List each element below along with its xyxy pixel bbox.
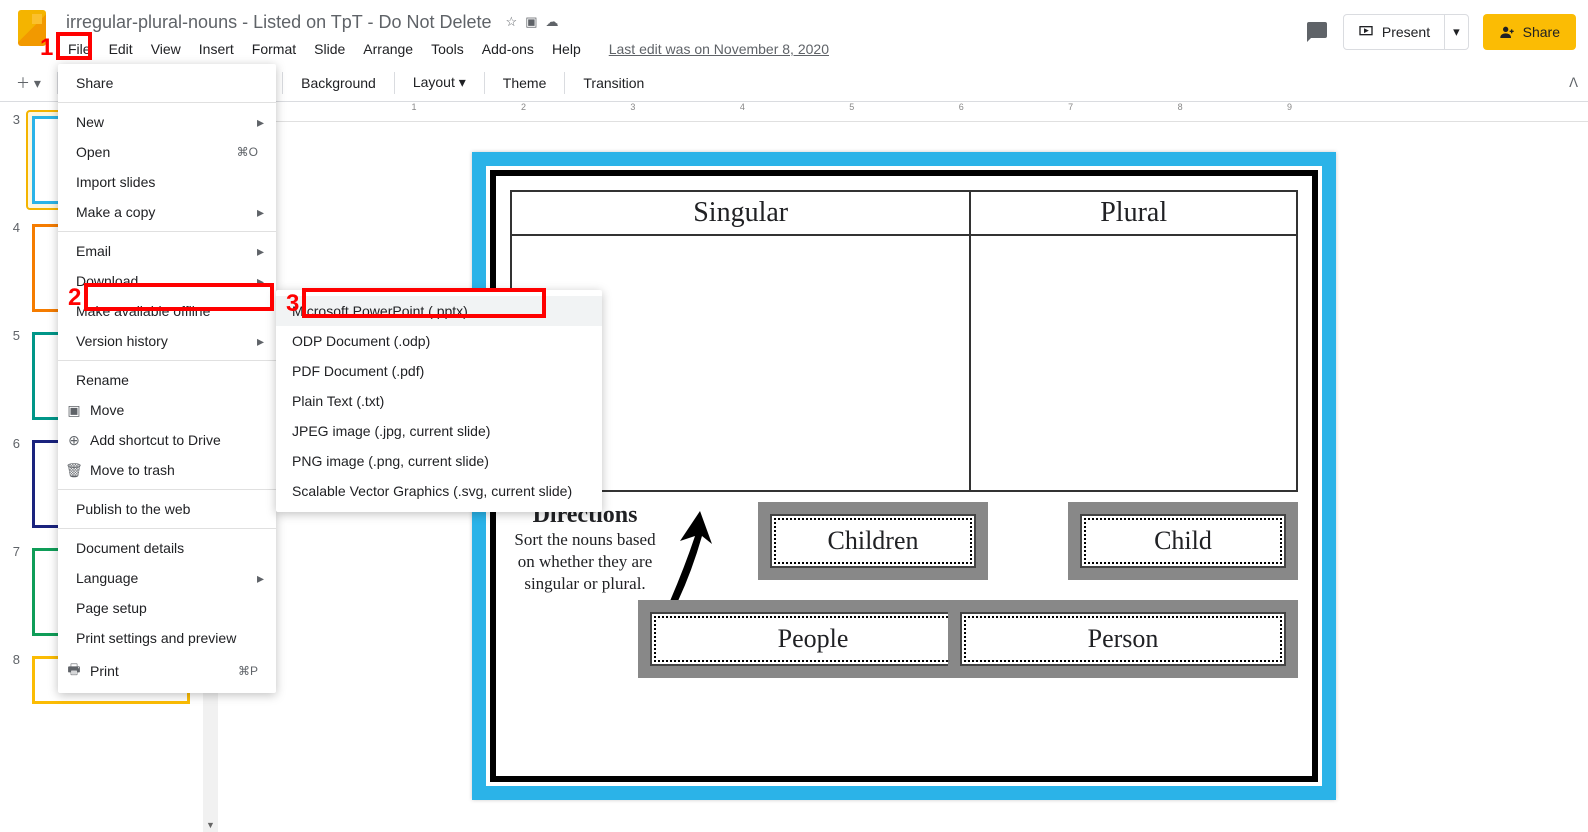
cloud-status-icon: ☁ [545,14,558,30]
slide-number: 6 [8,434,26,534]
layout-button[interactable]: Layout ▾ [405,68,474,97]
menu-slide[interactable]: Slide [306,37,353,61]
menu-download[interactable]: Download [58,266,276,296]
trash-icon: 🗑 [62,462,86,479]
menu-view[interactable]: View [143,37,189,61]
theme-button[interactable]: Theme [495,69,555,97]
menu-make-copy[interactable]: Make a copy [58,197,276,227]
arrow-icon [660,502,730,609]
menu-doc-details[interactable]: Document details [58,533,276,563]
menu-version-history[interactable]: Version history [58,326,276,356]
sort-table: Singular Plural [510,190,1298,492]
menu-print-settings[interactable]: Print settings and preview [58,623,276,653]
file-menu-dropdown: Share New Open⌘O Import slides Make a co… [58,64,276,693]
slide-number: 7 [8,542,26,642]
menu-import-slides[interactable]: Import slides [58,167,276,197]
directions-body: Sort the nouns based on whether they are… [510,529,660,595]
menu-format[interactable]: Format [244,37,304,61]
collapse-toolbar-icon[interactable]: ᐱ [1569,75,1578,91]
drive-shortcut-icon: ⊕ [62,432,86,449]
scroll-down-icon[interactable]: ▼ [203,817,218,832]
menu-insert[interactable]: Insert [191,37,242,61]
download-pdf[interactable]: PDF Document (.pdf) [276,356,602,386]
share-label: Share [1523,24,1560,40]
folder-move-icon: ▣ [62,402,86,419]
word-card-children[interactable]: Children [758,502,988,580]
background-button[interactable]: Background [293,69,384,97]
column-header-plural: Plural [970,191,1297,235]
present-button[interactable]: Present [1344,15,1444,49]
download-pptx[interactable]: Microsoft PowerPoint (.pptx) [276,296,602,326]
transition-button[interactable]: Transition [575,69,652,97]
slide-number: 4 [8,218,26,318]
horizontal-ruler: 1 2 3 4 5 6 7 8 9 [220,102,1588,122]
column-header-singular: Singular [511,191,970,235]
slide-number: 3 [8,110,26,210]
menu-move[interactable]: ▣Move [58,395,276,425]
menu-arrange[interactable]: Arrange [355,37,421,61]
download-svg[interactable]: Scalable Vector Graphics (.svg, current … [276,476,602,506]
comments-icon[interactable] [1305,20,1329,44]
present-dropdown[interactable]: ▾ [1444,15,1468,49]
plural-drop-zone[interactable] [970,235,1297,491]
word-card-child[interactable]: Child [1068,502,1298,580]
word-card-person[interactable]: Person [948,600,1298,678]
menu-email[interactable]: Email [58,236,276,266]
menu-language[interactable]: Language [58,563,276,593]
doc-title[interactable]: irregular-plural-nouns - Listed on TpT -… [60,10,498,35]
menu-move-trash[interactable]: 🗑Move to trash [58,455,276,485]
menu-rename[interactable]: Rename [58,365,276,395]
annotation-number-2: 2 [68,284,81,312]
menubar: File Edit View Insert Format Slide Arran… [60,36,1305,62]
menu-available-offline[interactable]: Make available offline [58,296,276,326]
menu-print[interactable]: 🖶Print⌘P [58,653,276,689]
present-label: Present [1382,24,1430,40]
present-icon [1358,24,1374,40]
menu-new[interactable]: New [58,107,276,137]
word-card-people[interactable]: People [638,600,988,678]
star-icon[interactable]: ☆ [506,14,518,30]
download-odp[interactable]: ODP Document (.odp) [276,326,602,356]
slide-number: 8 [8,650,26,710]
menu-page-setup[interactable]: Page setup [58,593,276,623]
slide-number: 5 [8,326,26,426]
download-submenu: Microsoft PowerPoint (.pptx) ODP Documen… [276,290,602,512]
menu-edit[interactable]: Edit [101,37,141,61]
menu-file[interactable]: File [60,37,99,61]
download-txt[interactable]: Plain Text (.txt) [276,386,602,416]
download-png[interactable]: PNG image (.png, current slide) [276,446,602,476]
print-icon: 🖶 [62,659,86,683]
menu-tools[interactable]: Tools [423,37,472,61]
last-edit-info[interactable]: Last edit was on November 8, 2020 [609,41,829,57]
annotation-number-3: 3 [286,290,299,318]
move-folder-icon[interactable]: ▣ [525,14,537,30]
menu-add-shortcut[interactable]: ⊕Add shortcut to Drive [58,425,276,455]
share-button[interactable]: Share [1483,14,1576,50]
annotation-number-1: 1 [40,34,53,62]
menu-open[interactable]: Open⌘O [58,137,276,167]
menu-publish-web[interactable]: Publish to the web [58,494,276,524]
menu-share[interactable]: Share [58,68,276,98]
new-slide-button[interactable]: ＋ ▾ [10,69,47,97]
menu-help[interactable]: Help [544,37,589,61]
download-jpg[interactable]: JPEG image (.jpg, current slide) [276,416,602,446]
person-add-icon [1499,24,1515,40]
menu-addons[interactable]: Add-ons [474,37,542,61]
